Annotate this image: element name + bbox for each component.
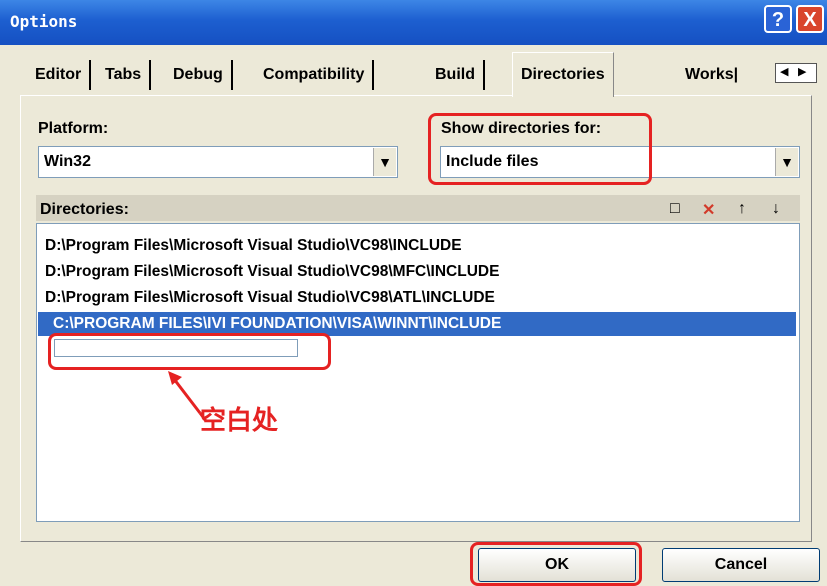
tab-workspace[interactable]: Works| [677, 60, 746, 90]
options-dialog: Options ? X Editor Tabs Debug Compatibil… [0, 0, 827, 586]
tab-build[interactable]: Build [427, 60, 485, 90]
move-up-icon[interactable]: ↑ [738, 200, 746, 218]
directories-label: Directories: [40, 201, 129, 218]
platform-label: Platform: [38, 120, 109, 137]
help-button[interactable]: ? [764, 5, 792, 33]
list-item[interactable]: D:\Program Files\Microsoft Visual Studio… [45, 260, 499, 284]
tab-scroll-arrows[interactable]: ◀ ▶ [775, 63, 817, 83]
tab-strip: Editor Tabs Debug Compatibility Build Di… [27, 52, 827, 97]
highlight-box [470, 542, 642, 586]
list-item[interactable]: D:\Program Files\Microsoft Visual Studio… [45, 234, 462, 258]
platform-combo[interactable]: Win32 ▼ [38, 146, 398, 178]
chevron-down-icon[interactable]: ▼ [373, 148, 396, 176]
cancel-button[interactable]: Cancel [662, 548, 820, 582]
directories-list[interactable]: D:\Program Files\Microsoft Visual Studio… [36, 223, 800, 522]
tab-directories[interactable]: Directories [512, 52, 614, 97]
list-item[interactable]: D:\Program Files\Microsoft Visual Studio… [45, 286, 495, 310]
tab-tabs[interactable]: Tabs [97, 60, 152, 90]
directories-header [36, 195, 800, 221]
tab-debug[interactable]: Debug [165, 60, 233, 90]
new-folder-icon[interactable]: □ [670, 200, 680, 218]
window-title: Options [10, 12, 78, 31]
close-button[interactable]: X [796, 5, 824, 33]
delete-icon[interactable]: ✕ [702, 200, 715, 220]
tab-editor[interactable]: Editor [27, 60, 92, 90]
chevron-down-icon[interactable]: ▼ [775, 148, 798, 176]
title-bar[interactable]: Options ? X [0, 0, 827, 45]
platform-value: Win32 [44, 153, 91, 170]
annotation-label: 空白处 [200, 405, 279, 435]
scroll-right-icon[interactable]: ▶ [798, 65, 806, 78]
tab-compatibility[interactable]: Compatibility [255, 60, 375, 90]
move-down-icon[interactable]: ↓ [772, 200, 780, 218]
scroll-left-icon[interactable]: ◀ [780, 65, 788, 78]
highlight-box [428, 113, 652, 185]
